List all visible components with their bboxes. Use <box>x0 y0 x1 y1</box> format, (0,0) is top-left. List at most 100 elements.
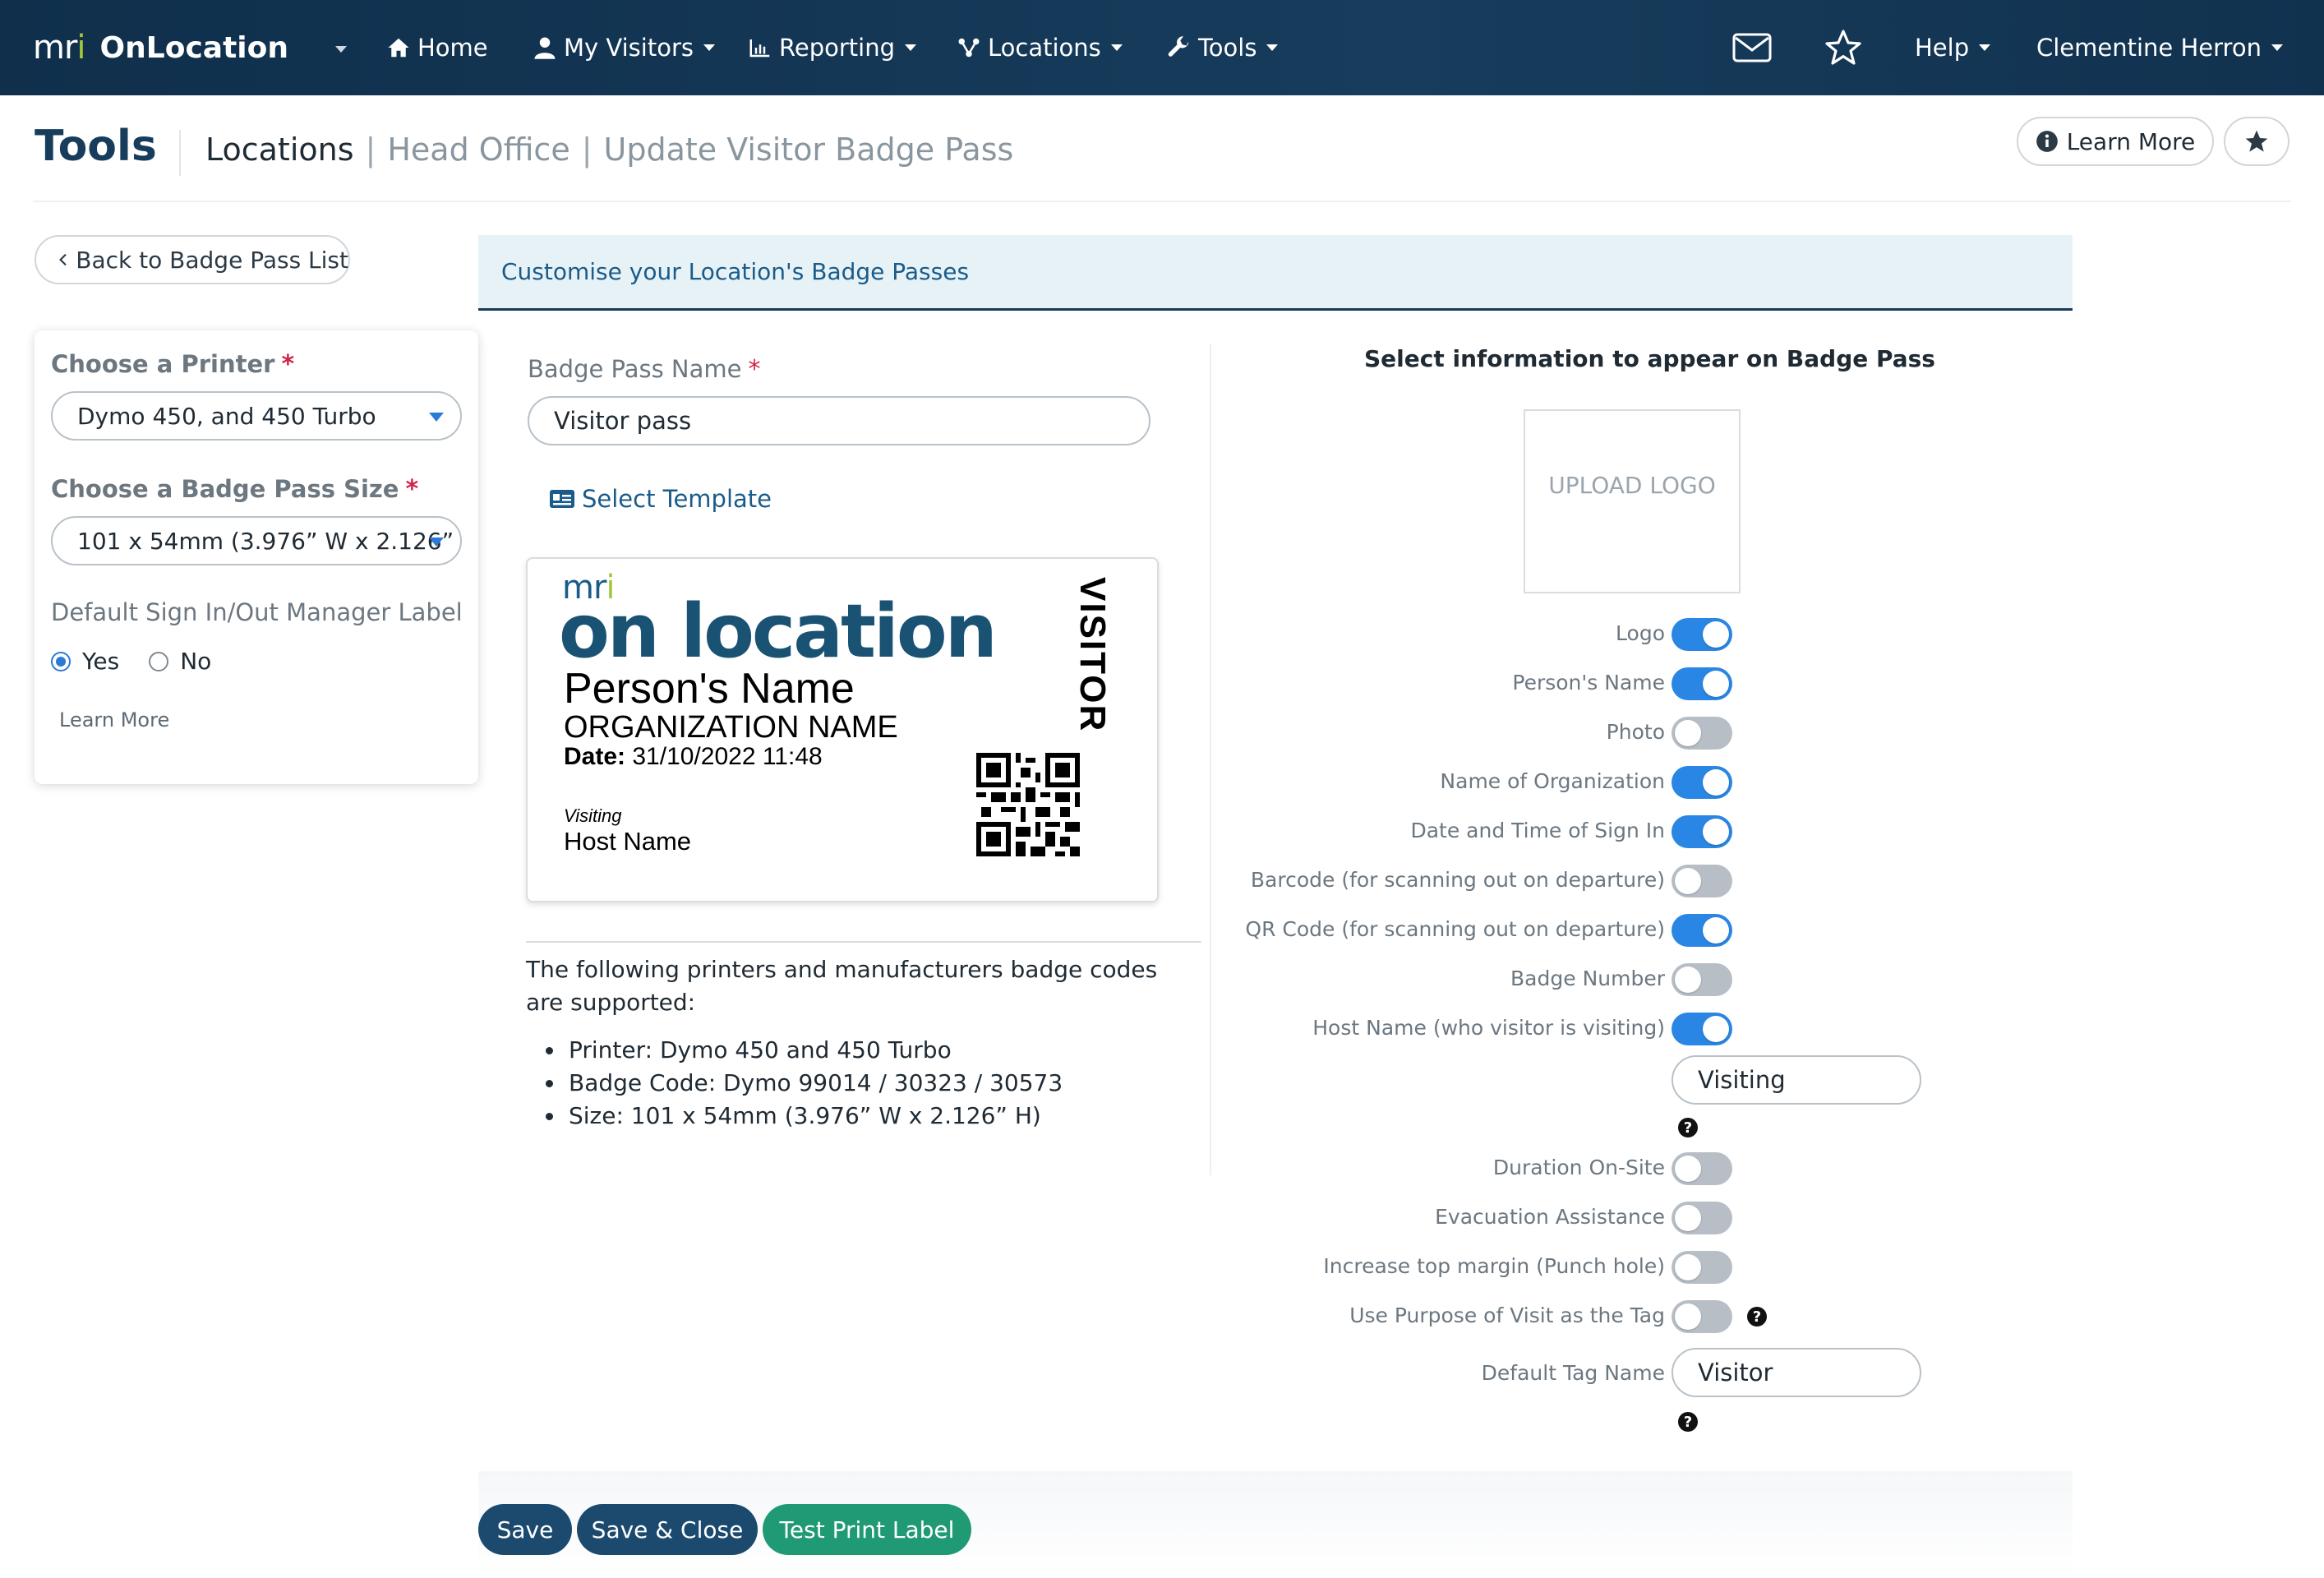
no-radio[interactable] <box>149 651 169 671</box>
supported-printers-text: The following printers and manufacturers… <box>526 956 1158 1016</box>
person-name-toggle[interactable] <box>1672 667 1732 700</box>
chevron-down-icon <box>904 44 916 51</box>
customise-banner: Customise your Location's Badge Passes <box>478 235 2073 311</box>
favorite-page-button[interactable] <box>2224 117 2289 166</box>
host-label-input[interactable]: Visiting <box>1672 1055 1921 1105</box>
purpose-tag-toggle[interactable] <box>1672 1300 1732 1333</box>
help-menu[interactable]: Help <box>1915 25 1991 71</box>
help-icon[interactable]: ? <box>1678 1412 1698 1432</box>
breadcrumb-page: Update Visitor Badge Pass <box>603 132 1014 168</box>
top-margin-toggle[interactable] <box>1672 1251 1732 1284</box>
select-template-link[interactable]: Select Template <box>549 485 772 513</box>
badge-info-title: Select information to appear on Badge Pa… <box>1364 345 1935 372</box>
printer-select[interactable]: Dymo 450, and 450 Turbo <box>51 391 462 441</box>
badge-tag: VISITOR <box>1072 577 1113 733</box>
printer-settings-card: Choose a Printer * Dymo 450, and 450 Turb… <box>35 330 478 784</box>
chevron-down-icon <box>1110 44 1123 51</box>
top-navbar: mri OnLocation Home My Visitors Reportin… <box>0 0 2324 95</box>
user-icon <box>534 37 556 59</box>
list-item: Printer: Dymo 450 and 450 Turbo <box>546 1034 1063 1067</box>
mri-logo: mri <box>33 29 86 67</box>
brand-dropdown-icon[interactable] <box>335 46 347 53</box>
chevron-down-icon <box>1979 44 1991 51</box>
yes-radio[interactable] <box>51 651 71 671</box>
favorites-button[interactable] <box>1823 25 1864 71</box>
nav-reporting[interactable]: Reporting <box>748 30 916 66</box>
test-print-label-button[interactable]: Test Print Label <box>763 1504 971 1555</box>
nav-tools[interactable]: Tools <box>1167 30 1279 66</box>
breadcrumb-office[interactable]: Head Office <box>387 132 569 168</box>
home-icon <box>388 38 409 58</box>
brand[interactable]: mri OnLocation <box>33 25 288 71</box>
page-title: Tools <box>35 122 157 171</box>
section-divider <box>526 941 1201 943</box>
id-card-icon <box>550 490 574 508</box>
breadcrumb: Locations | Head Office | Update Visitor Bad… <box>205 132 1014 168</box>
required-mark: * <box>748 355 761 384</box>
organization-toggle[interactable] <box>1672 766 1732 799</box>
default-tag-label: Default Tag Name <box>1481 1361 1665 1385</box>
sign-in-date-toggle[interactable] <box>1672 815 1732 848</box>
duration-toggle[interactable] <box>1672 1152 1732 1185</box>
dropdown-arrow-icon <box>429 538 444 547</box>
photo-toggle[interactable] <box>1672 717 1732 750</box>
qr-code-toggle[interactable] <box>1672 914 1732 947</box>
logo-toggle[interactable] <box>1672 618 1732 651</box>
chevron-down-icon <box>1266 44 1279 51</box>
help-icon[interactable]: ? <box>1747 1307 1767 1327</box>
save-button[interactable]: Save <box>478 1504 572 1555</box>
supported-printers-list: Printer: Dymo 450 and 450 Turbo Badge Co… <box>546 1034 1063 1133</box>
info-icon <box>2036 131 2058 152</box>
signin-manager-label: Default Sign In/Out Manager Label <box>51 598 463 626</box>
badge-pass-name-label: Badge Pass Name * <box>528 355 761 384</box>
network-icon <box>958 38 980 58</box>
signin-manager-radio-group: Yes No <box>51 648 211 675</box>
list-item: Badge Code: Dymo 99014 / 30323 / 30573 <box>546 1067 1063 1100</box>
required-mark: * <box>405 475 419 504</box>
badge-visiting-label: Visiting <box>564 805 622 826</box>
list-item: Size: 101 x 54mm (3.976” W x 2.126” H) <box>546 1100 1063 1133</box>
help-icon[interactable]: ? <box>1678 1118 1698 1137</box>
chevron-down-icon <box>2271 44 2283 51</box>
badge-person-name: Person's Name <box>564 665 855 713</box>
learn-more-button[interactable]: Learn More <box>2017 117 2214 166</box>
star-icon <box>2245 130 2268 152</box>
chart-icon <box>749 39 770 58</box>
qr-code-icon <box>976 753 1080 856</box>
nav-locations[interactable]: Locations <box>957 30 1123 66</box>
badge-host-name: Host Name <box>564 827 692 856</box>
barcode-toggle[interactable] <box>1672 865 1732 897</box>
default-tag-input[interactable]: Visitor <box>1672 1348 1921 1397</box>
badge-size-label: Choose a Badge Pass Size * <box>51 475 419 504</box>
brand-name: OnLocation <box>99 30 288 65</box>
badge-pass-name-input[interactable]: Visitor pass <box>528 396 1150 445</box>
mail-button[interactable] <box>1732 25 1772 71</box>
header-rule <box>33 201 2291 202</box>
required-mark: * <box>281 350 295 379</box>
chevron-down-icon <box>703 44 715 51</box>
printer-label: Choose a Printer * <box>51 350 295 379</box>
evacuation-toggle[interactable] <box>1672 1202 1732 1234</box>
badge-size-select[interactable]: 101 x 54mm (3.976” W x 2.126” H) <box>51 516 462 565</box>
chevron-left-icon <box>59 253 67 266</box>
badge-preview: mri on location Person's Name ORGANIZATI… <box>526 557 1159 902</box>
nav-home[interactable]: Home <box>386 30 488 66</box>
header-divider <box>179 130 181 176</box>
badge-number-toggle[interactable] <box>1672 963 1732 996</box>
upload-logo-button[interactable]: UPLOAD LOGO <box>1524 409 1741 593</box>
wrench-icon <box>1168 36 1189 57</box>
badge-brand-text: on location <box>559 588 998 675</box>
column-divider <box>1210 344 1211 1175</box>
badge-date: Date: 31/10/2022 11:48 <box>564 743 823 770</box>
user-menu[interactable]: Clementine Herron <box>2036 25 2283 71</box>
host-name-toggle[interactable] <box>1672 1013 1732 1045</box>
back-to-badge-pass-list-button[interactable]: Back to Badge Pass List <box>35 235 350 284</box>
badge-organization: ORGANIZATION NAME <box>564 710 898 745</box>
nav-my-visitors[interactable]: My Visitors <box>533 30 715 66</box>
save-close-button[interactable]: Save & Close <box>577 1504 758 1555</box>
breadcrumb-locations[interactable]: Locations <box>205 132 354 168</box>
star-outline-icon <box>1825 30 1861 65</box>
learn-more-link[interactable]: Learn More <box>59 708 169 731</box>
mail-icon <box>1732 33 1772 62</box>
dropdown-arrow-icon <box>429 413 444 422</box>
